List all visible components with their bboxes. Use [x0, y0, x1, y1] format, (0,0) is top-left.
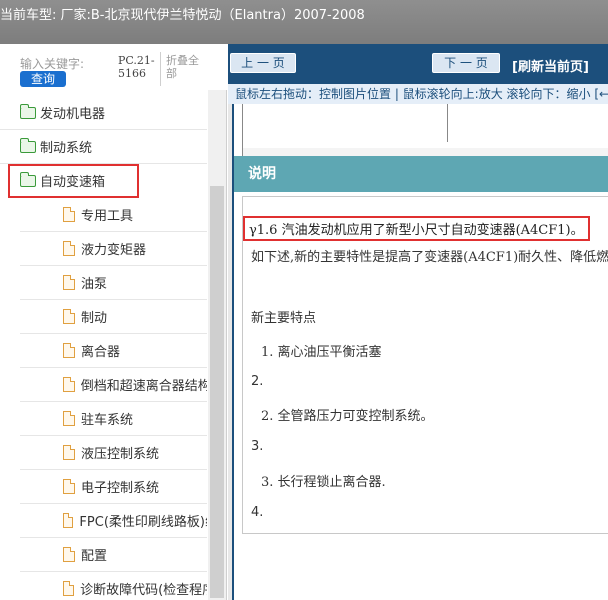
- fold-all-link[interactable]: 折叠全部: [166, 54, 206, 80]
- left-panel: 输入关键字: 查询 PC.21-5166 折叠全部 发动机电器 制动系统 自动变…: [0, 44, 227, 600]
- tree-folder-automatic-transmission[interactable]: 自动变速箱: [8, 164, 139, 198]
- tree-item-label: 液压控制系统: [81, 447, 160, 462]
- feature-item: 2. 全管路压力可变控制系统。: [261, 409, 434, 424]
- description-box: γ1.6 汽油发动机应用了新型小尺寸自动变速器(A4CF1)。 如下述,新的主要…: [242, 196, 608, 534]
- pc-code: PC.21-5166: [118, 54, 155, 80]
- document-icon: [63, 275, 75, 290]
- feature-number: 4.: [251, 505, 264, 520]
- tree-folder-label: 发动机电器: [40, 107, 106, 122]
- refresh-page-link[interactable]: [刷新当前页]: [512, 56, 589, 75]
- tree-item-parking-system[interactable]: 驻车系统: [20, 402, 207, 436]
- tree-item-label: 专用工具: [81, 209, 134, 224]
- next-page-button[interactable]: 下 一 页: [432, 53, 500, 73]
- tree-item-label: 电子控制系统: [81, 481, 160, 496]
- document-icon: [63, 309, 75, 324]
- content-panel: 上 一 页 下 一 页 [刷新当前页] 鼠标左右拖动：控制图片位置 | 鼠标滚轮…: [228, 44, 608, 600]
- tree-item-label: 驻车系统: [81, 413, 134, 428]
- search-bar: 输入关键字: 查询 PC.21-5166 折叠全部: [0, 44, 227, 90]
- prev-page-button[interactable]: 上 一 页: [230, 53, 296, 73]
- document-icon: [63, 445, 75, 460]
- tree-folder-label: 制动系统: [40, 141, 93, 156]
- tree-item-label: FPC(柔性印刷线路板)线束: [79, 515, 207, 530]
- tree-item-label: 离合器: [81, 345, 121, 360]
- document-icon: [63, 547, 75, 562]
- tree-folder-label: 自动变速箱: [40, 175, 106, 190]
- document-icon: [63, 377, 75, 392]
- document-icon: [63, 207, 75, 222]
- nav-tree: 发动机电器 制动系统 自动变速箱 专用工具 液力变矩器 油泵 制动 离合器 倒档…: [0, 96, 207, 600]
- description-line: 如下述,新的主要特性是提高了变速器(A4CF1)耐久性、降低燃油消: [251, 250, 608, 265]
- prev-page-label: 上 一 页: [241, 56, 285, 70]
- tree-item-label: 诊断故障代码(检查程序): [80, 583, 207, 598]
- highlighted-line: γ1.6 汽油发动机应用了新型小尺寸自动变速器(A4CF1)。: [243, 216, 590, 241]
- document-icon: [63, 581, 75, 596]
- feature-item: 1. 离心油压平衡活塞: [261, 345, 382, 360]
- tree-item-label: 制动: [81, 311, 108, 326]
- feature-number: 2.: [251, 374, 264, 389]
- tree-item-reverse-overdrive-clutch[interactable]: 倒档和超速离合器结构: [20, 368, 207, 402]
- header-bar: 当前车型: 厂家:B-北京现代伊兰特悦动（Elantra）2007-2008: [0, 0, 608, 44]
- section-title: 说明: [234, 156, 608, 192]
- tree-folder-engine-electrical[interactable]: 发动机电器: [0, 96, 207, 130]
- tree-item-label: 液力变矩器: [81, 243, 147, 258]
- scrollbar-thumb[interactable]: [210, 186, 224, 598]
- tree-item-special-tools[interactable]: 专用工具: [20, 198, 207, 232]
- document-viewer[interactable]: 说明 γ1.6 汽油发动机应用了新型小尺寸自动变速器(A4CF1)。 如下述,新…: [232, 104, 608, 600]
- folder-open-icon: [20, 171, 36, 187]
- tree-item-fpc-harness[interactable]: FPC(柔性印刷线路板)线束: [20, 504, 207, 538]
- folder-icon: [20, 137, 36, 153]
- document-icon: [63, 343, 75, 358]
- tree-folder-brake-system[interactable]: 制动系统: [0, 130, 207, 164]
- document-icon: [63, 513, 74, 528]
- features-heading: 新主要特点: [251, 311, 317, 326]
- tree-item-hydraulic-control[interactable]: 液压控制系统: [20, 436, 207, 470]
- document-icon: [63, 411, 75, 426]
- tree-item-brake[interactable]: 制动: [20, 300, 207, 334]
- tree-item-diagnostic-codes[interactable]: 诊断故障代码(检查程序): [20, 572, 207, 600]
- next-page-label: 下 一 页: [444, 56, 488, 70]
- mouse-hint: 鼠标左右拖动：控制图片位置 | 鼠标滚轮向上:放大 滚轮向下：缩小 [←: [228, 84, 608, 104]
- feature-item: 3. 长行程锁止离合器.: [261, 475, 386, 490]
- document-icon: [63, 241, 75, 256]
- page-toolbar: 上 一 页 下 一 页 [刷新当前页]: [228, 44, 608, 84]
- tree-scrollbar[interactable]: [208, 90, 226, 600]
- diagram-image-edge: [242, 104, 608, 156]
- query-button[interactable]: 查询: [20, 71, 66, 87]
- tree-item-configuration[interactable]: 配置: [20, 538, 207, 572]
- tree-item-torque-converter[interactable]: 液力变矩器: [20, 232, 207, 266]
- folder-icon: [20, 103, 36, 119]
- tree-item-label: 倒档和超速离合器结构: [80, 379, 207, 394]
- feature-number: 3.: [251, 439, 264, 454]
- document-icon: [63, 479, 75, 494]
- vehicle-title: 当前车型: 厂家:B-北京现代伊兰特悦动（Elantra）2007-2008: [0, 8, 365, 23]
- tree-item-label: 油泵: [81, 277, 108, 292]
- divider: [160, 52, 161, 86]
- tree-item-oil-pump[interactable]: 油泵: [20, 266, 207, 300]
- tree-item-electronic-control[interactable]: 电子控制系统: [20, 470, 207, 504]
- tree-item-clutch[interactable]: 离合器: [20, 334, 207, 368]
- keyword-label[interactable]: 输入关键字:: [20, 55, 84, 72]
- tree-item-label: 配置: [81, 549, 108, 564]
